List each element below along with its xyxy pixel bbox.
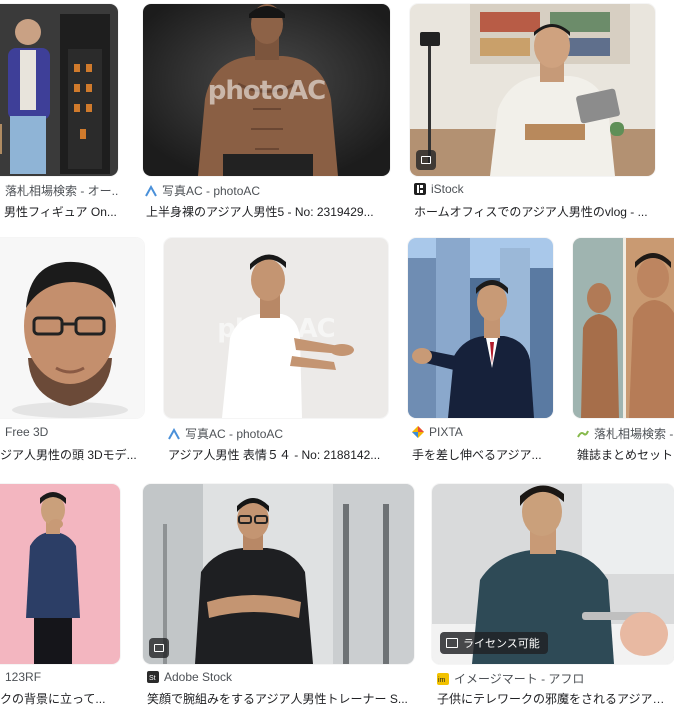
photoac-icon — [145, 184, 157, 197]
result-caption[interactable]: 上半身裸のアジア人男性5 - No: 2319429... — [146, 203, 386, 220]
result-caption[interactable]: 雑誌まとめセット... — [577, 446, 674, 463]
result-caption[interactable]: ジア人男性の頭 3Dモデ... — [0, 446, 140, 463]
result-image[interactable] — [410, 4, 655, 176]
result-source[interactable]: im イメージマート - アフロ — [437, 670, 674, 687]
result-source[interactable]: 落札相場検索 - オー... — [0, 182, 118, 199]
result-caption[interactable]: 手を差し伸べるアジア... — [412, 446, 558, 463]
result-image[interactable] — [573, 238, 674, 418]
istock-icon — [414, 183, 426, 195]
result-image[interactable] — [143, 484, 414, 664]
result-image[interactable] — [0, 238, 144, 418]
result-source[interactable]: 写真AC - photoAC — [145, 182, 385, 199]
adobe-stock-icon: St — [147, 671, 159, 683]
result-caption[interactable]: アジア人男性 表情５４ - No: 2188142... — [168, 446, 388, 463]
result-image[interactable]: photoAC — [164, 238, 388, 418]
auction-icon — [577, 428, 589, 440]
result-source[interactable]: 123RF — [0, 670, 120, 684]
result-source[interactable]: PIXTA — [412, 425, 562, 439]
result-image[interactable]: photoAC — [143, 4, 390, 176]
result-caption[interactable]: 子供にテレワークの邪魔をされるアジア人男... — [437, 690, 674, 707]
image-icon — [416, 150, 436, 170]
image-icon — [149, 638, 169, 658]
result-source[interactable]: iStock — [414, 182, 654, 196]
result-source[interactable]: 落札相場検索 - — [577, 425, 674, 442]
result-caption[interactable]: クの背景に立って... — [0, 690, 120, 707]
result-caption[interactable]: 男性フィギュア On... — [4, 203, 120, 220]
photoac-icon — [168, 427, 180, 440]
svg-text:im: im — [438, 677, 446, 684]
result-source[interactable]: Free 3D — [0, 425, 140, 439]
result-image[interactable] — [0, 4, 118, 176]
result-source[interactable]: St Adobe Stock — [147, 670, 407, 684]
result-caption[interactable]: 笑顔で腕組みをするアジア人男性トレーナー S... — [147, 690, 409, 707]
imagemart-icon: im — [437, 672, 449, 685]
result-image[interactable] — [0, 484, 120, 664]
result-image[interactable] — [408, 238, 553, 418]
license-badge: ライセンス可能 — [440, 632, 548, 654]
pixta-icon — [412, 426, 424, 438]
image-icon — [446, 638, 458, 648]
result-image[interactable]: ライセンス可能 — [432, 484, 674, 664]
svg-text:St: St — [149, 675, 156, 682]
result-source[interactable]: 写真AC - photoAC — [168, 425, 388, 442]
result-caption[interactable]: ホームオフィスでのアジア人男性のvlog - ... — [414, 203, 659, 220]
